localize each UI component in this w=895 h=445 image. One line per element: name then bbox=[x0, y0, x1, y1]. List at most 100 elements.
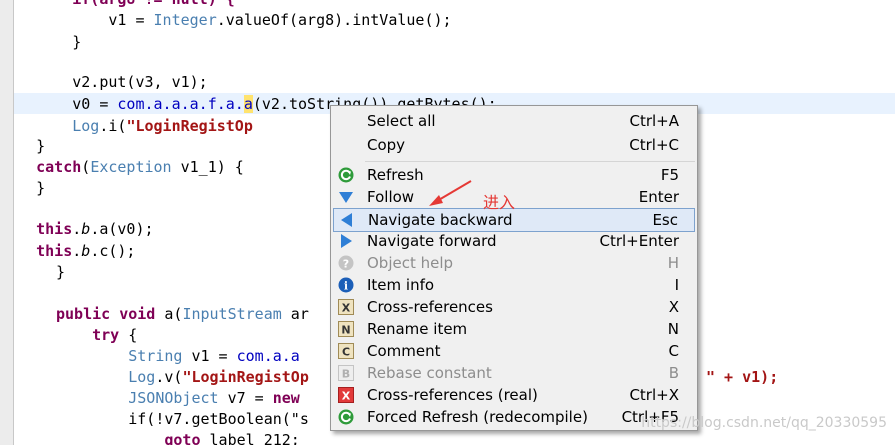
code-text: v1 = bbox=[182, 347, 237, 365]
menu-item-label: Rebase constant bbox=[367, 364, 492, 382]
refresh-icon bbox=[338, 167, 354, 183]
code-line[interactable]: try { bbox=[56, 324, 137, 346]
code-text: { bbox=[119, 326, 138, 344]
code-text: String bbox=[128, 347, 183, 365]
code-line[interactable]: } bbox=[0, 31, 81, 53]
menu-item-label: Copy bbox=[367, 136, 406, 154]
menu-item-shortcut: N bbox=[667, 320, 679, 338]
code-text: .c(); bbox=[90, 242, 136, 260]
code-text: Log bbox=[128, 368, 156, 386]
code-line[interactable]: this.b.a(v0); bbox=[0, 218, 154, 240]
code-line[interactable]: if(!v7.getBoolean("s bbox=[56, 408, 309, 430]
info-icon: i bbox=[338, 277, 354, 293]
xref-real-icon: X bbox=[338, 387, 354, 403]
menu-item-cross-references[interactable]: X Cross-references X bbox=[333, 296, 695, 318]
code-string: "LoginRegistOp bbox=[182, 368, 309, 386]
menu-item-shortcut: X bbox=[668, 298, 679, 316]
menu-item-comment[interactable]: C Comment C bbox=[333, 340, 695, 362]
code-text: .v( bbox=[155, 368, 183, 386]
menu-item-refresh[interactable]: Refresh F5 bbox=[333, 164, 695, 186]
menu-item-cross-references-real[interactable]: X Cross-references (real) Ctrl+X bbox=[333, 384, 695, 406]
svg-text:N: N bbox=[341, 324, 350, 337]
code-text: com.a.a bbox=[236, 347, 300, 365]
menu-item-object-help: ? Object help H bbox=[333, 252, 695, 274]
code-line[interactable]: catch(Exception v1_1) { bbox=[0, 156, 244, 178]
code-text: Integer bbox=[153, 11, 217, 29]
menu-item-label: Cross-references (real) bbox=[367, 386, 538, 404]
code-line[interactable]: } bbox=[0, 177, 45, 199]
code-text: JSONObject bbox=[128, 389, 219, 407]
menu-item-label: Item info bbox=[367, 276, 435, 294]
code-line[interactable]: this.b.c(); bbox=[0, 240, 135, 262]
code-text: label 212; bbox=[200, 431, 300, 445]
code-text: a( bbox=[155, 305, 183, 323]
menu-item-select-all[interactable]: Select all Ctrl+A bbox=[333, 110, 695, 132]
code-text: b bbox=[81, 220, 91, 238]
menu-item-shortcut: C bbox=[668, 342, 679, 360]
menu-item-item-info[interactable]: i Item info I bbox=[333, 274, 695, 296]
code-keyword: this bbox=[36, 242, 73, 260]
forced-refresh-icon bbox=[338, 409, 354, 425]
forward-arrow-icon bbox=[338, 233, 354, 249]
rebase-icon: B bbox=[338, 365, 354, 381]
code-text: . bbox=[72, 220, 82, 238]
code-text: } bbox=[0, 33, 82, 51]
code-string: " + v1); bbox=[706, 368, 779, 386]
menu-item-label: Follow bbox=[367, 188, 415, 206]
context-menu: Select all Ctrl+A Copy Ctrl+C Refresh F5… bbox=[330, 105, 698, 431]
code-line[interactable]: } bbox=[56, 261, 65, 283]
code-line[interactable]: goto label 212; bbox=[56, 429, 300, 445]
svg-text:X: X bbox=[342, 302, 351, 315]
code-text: ar bbox=[281, 305, 309, 323]
code-text: .i( bbox=[99, 117, 127, 135]
watermark: https://blog.csdn.net/qq_20330595 bbox=[641, 415, 887, 431]
code-line[interactable]: v1 = Integer.valueOf(arg8).intValue(); bbox=[0, 9, 451, 31]
svg-text:i: i bbox=[344, 280, 348, 293]
code-text: .a(v0); bbox=[90, 220, 154, 238]
code-line[interactable]: String v1 = com.a.a bbox=[56, 345, 300, 367]
code-line[interactable]: Log.v("LoginRegistOp bbox=[56, 366, 309, 388]
code-line[interactable]: public void a(InputStream ar bbox=[56, 303, 309, 325]
code-line[interactable]: } bbox=[0, 135, 45, 157]
menu-item-shortcut: Ctrl+X bbox=[629, 386, 679, 404]
code-line[interactable]: v2.put(v3, v1); bbox=[0, 71, 208, 93]
code-text: com.a.a.a.f.a. bbox=[117, 95, 244, 113]
menu-item-shortcut: Ctrl+C bbox=[629, 136, 679, 154]
menu-item-navigate-forward[interactable]: Navigate forward Ctrl+Enter bbox=[333, 230, 695, 252]
code-line[interactable]: Log.i("LoginRegistOp bbox=[0, 115, 253, 137]
code-text: if(arg8 != null) { bbox=[0, 0, 235, 8]
code-line[interactable]: JSONObject v7 = new bbox=[56, 387, 300, 409]
code-string: "LoginRegistOp bbox=[126, 117, 253, 135]
xref-icon: X bbox=[338, 299, 354, 315]
menu-item-shortcut: Enter bbox=[638, 188, 679, 206]
code-token-highlight[interactable]: a bbox=[243, 95, 253, 113]
code-line[interactable]: " + v1); bbox=[706, 366, 778, 388]
code-keyword: try bbox=[92, 326, 120, 344]
code-text: . bbox=[72, 242, 82, 260]
code-text: b bbox=[81, 242, 91, 260]
menu-item-label: Cross-references bbox=[367, 298, 493, 316]
code-text: v2.put(v3, v1); bbox=[0, 73, 208, 91]
menu-separator bbox=[365, 161, 695, 162]
back-arrow-icon bbox=[339, 212, 355, 228]
menu-item-rename-item[interactable]: N Rename item N bbox=[333, 318, 695, 340]
menu-item-copy[interactable]: Copy Ctrl+C bbox=[333, 134, 695, 156]
comment-icon: C bbox=[338, 343, 354, 359]
code-keyword: goto bbox=[164, 431, 201, 445]
help-icon: ? bbox=[338, 255, 354, 271]
menu-item-label: Forced Refresh (redecompile) bbox=[367, 408, 588, 426]
code-text: v1_1) { bbox=[171, 158, 244, 176]
svg-text:X: X bbox=[342, 390, 351, 403]
menu-item-shortcut: Ctrl+Enter bbox=[599, 232, 679, 250]
code-keyword: public void bbox=[56, 305, 156, 323]
code-text: } bbox=[56, 263, 66, 281]
code-text: ( bbox=[81, 158, 91, 176]
code-text: v1 = bbox=[0, 11, 154, 29]
svg-text:C: C bbox=[342, 346, 350, 359]
